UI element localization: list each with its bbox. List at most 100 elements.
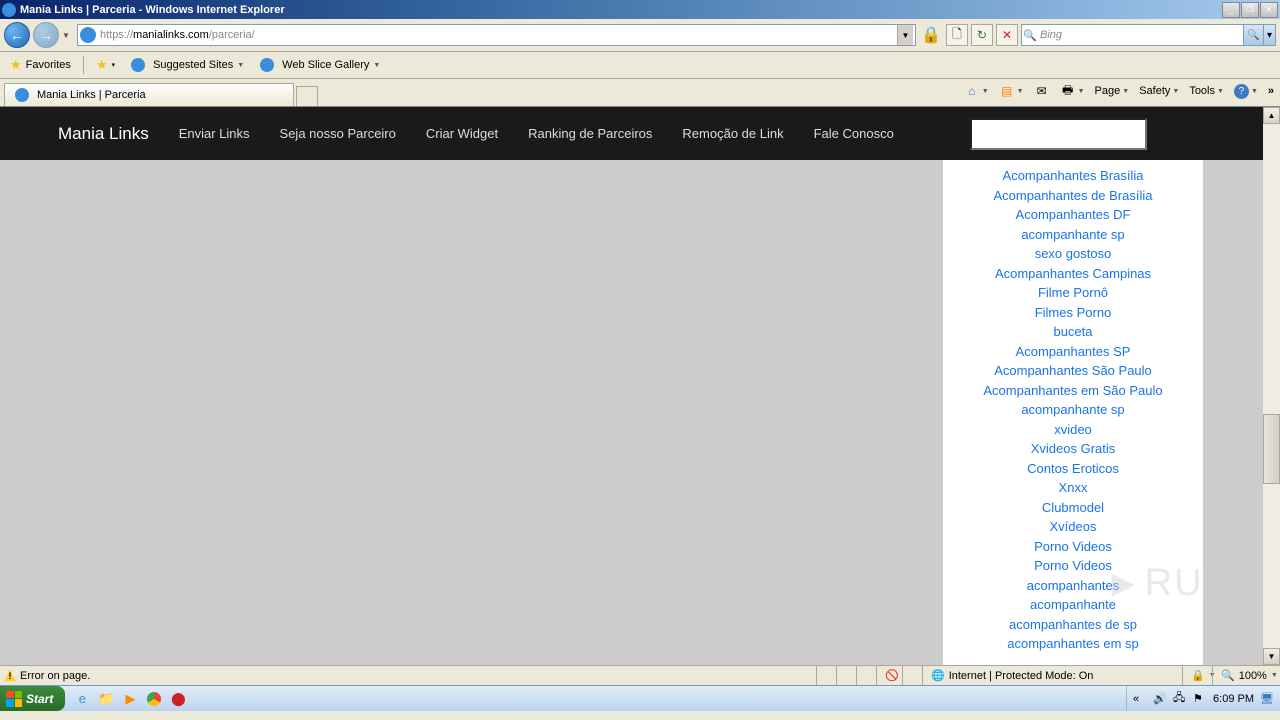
home-button[interactable]: ⌂▼ — [962, 81, 991, 101]
sidebar-link[interactable]: Acompanhantes de Brasília — [943, 186, 1203, 206]
print-button[interactable]: 🖶▼ — [1058, 81, 1087, 101]
lock-icon[interactable]: 🔒 — [922, 26, 940, 44]
status-cell — [836, 666, 856, 685]
stop-button[interactable]: ✕ — [996, 24, 1018, 46]
sidebar-link[interactable]: Porno Videos — [943, 537, 1203, 557]
status-cell — [816, 666, 836, 685]
sidebar-links: Acompanhantes BrasíliaAcompanhantes de B… — [943, 160, 1203, 665]
back-button[interactable]: ← — [4, 22, 30, 48]
sidebar-link[interactable]: acompanhantes em sp — [943, 634, 1203, 654]
volume-icon[interactable]: 🔊 — [1153, 692, 1167, 705]
navigation-bar: ← → ▼ https://manialinks.com/parceria/ ▼… — [0, 19, 1280, 52]
sidebar-link[interactable]: acompanhantes — [943, 576, 1203, 596]
site-menu-item[interactable]: Ranking de Parceiros — [528, 126, 652, 141]
status-bar: ! Error on page. 🚫 🌐 Internet | Protecte… — [0, 665, 1280, 685]
read-mail-button[interactable]: ✉ — [1032, 81, 1052, 101]
sidebar-link[interactable]: acompanhante sp — [943, 400, 1203, 420]
sidebar-link[interactable]: acompanhantes de sp — [943, 615, 1203, 635]
sidebar-link[interactable]: xvideo — [943, 420, 1203, 440]
popup-blocked-icon[interactable]: 🚫 — [876, 666, 902, 685]
scroll-up-button[interactable]: ▲ — [1263, 107, 1280, 124]
minimize-button[interactable]: _ — [1222, 2, 1240, 18]
page-label: Page — [1095, 85, 1121, 97]
sidebar-link[interactable]: Acompanhantes Brasília — [943, 166, 1203, 186]
safety-menu[interactable]: Safety▼ — [1137, 83, 1181, 99]
search-placeholder: Bing — [1038, 29, 1243, 41]
maximize-button[interactable]: ❐ — [1241, 2, 1259, 18]
help-icon: ? — [1234, 84, 1249, 99]
app-task-icon[interactable]: ⬤ — [169, 690, 187, 708]
sidebar-link[interactable]: Acompanhantes em São Paulo — [943, 381, 1203, 401]
search-icon: 🔍 — [1022, 29, 1038, 42]
sidebar-link[interactable]: Contos Eroticos — [943, 459, 1203, 479]
help-button[interactable]: ?▼ — [1232, 82, 1260, 101]
site-menu-item[interactable]: Seja nosso Parceiro — [280, 126, 396, 141]
sidebar-link[interactable]: Clubmodel — [943, 498, 1203, 518]
sidebar-link[interactable]: acompanhante sp — [943, 225, 1203, 245]
sidebar-link[interactable]: Filmes Porno — [943, 303, 1203, 323]
site-menu-item[interactable]: Fale Conosco — [814, 126, 894, 141]
media-task-icon[interactable]: ▶ — [121, 690, 139, 708]
start-button[interactable]: Start — [0, 686, 65, 711]
sidebar-link[interactable]: Xvideos Gratis — [943, 439, 1203, 459]
explorer-task-icon[interactable]: 📁 — [97, 690, 115, 708]
tools-menu[interactable]: Tools▼ — [1187, 83, 1226, 99]
ie-task-icon[interactable]: e — [73, 690, 91, 708]
search-bar[interactable]: 🔍 Bing 🔍 ▾ — [1021, 24, 1276, 46]
status-cell — [856, 666, 876, 685]
site-menu-item[interactable]: Criar Widget — [426, 126, 498, 141]
sidebar-link[interactable]: Xnxx — [943, 478, 1203, 498]
vertical-scrollbar: ▲ ▼ — [1263, 107, 1280, 665]
address-bar[interactable]: https://manialinks.com/parceria/ ▼ — [77, 24, 916, 46]
feeds-button[interactable]: ▤▼ — [997, 81, 1026, 101]
show-desktop-icon[interactable]: 🖥 — [1260, 692, 1274, 705]
refresh-button[interactable]: ↻ — [971, 24, 993, 46]
zoom-control[interactable]: 🔍 100% ▼ — [1212, 666, 1276, 685]
url-dropdown[interactable]: ▼ — [897, 25, 913, 45]
network-icon[interactable]: 🖧 — [1173, 689, 1187, 708]
site-search-input[interactable] — [970, 118, 1147, 150]
close-button[interactable]: ✕ — [1260, 2, 1278, 18]
favorites-button[interactable]: ★ Favorites — [6, 54, 75, 76]
content-wrapper: Mania Links Enviar Links Seja nosso Parce… — [0, 106, 1280, 665]
zone-indicator[interactable]: 🌐 Internet | Protected Mode: On — [922, 666, 1182, 685]
rss-icon: ▤ — [999, 83, 1015, 99]
sidebar-link[interactable]: Filme Pornô — [943, 283, 1203, 303]
scroll-track[interactable] — [1263, 124, 1280, 648]
window-controls: _ ❐ ✕ — [1222, 2, 1278, 18]
web-slice-button[interactable]: Web Slice Gallery ▼ — [256, 55, 384, 75]
nav-history-dropdown[interactable]: ▼ — [62, 31, 74, 40]
scroll-thumb[interactable] — [1263, 414, 1280, 484]
main-area — [0, 160, 943, 665]
chrome-task-icon[interactable] — [145, 690, 163, 708]
sidebar-link[interactable]: acompanhante — [943, 595, 1203, 615]
search-go-button[interactable]: 🔍 — [1243, 25, 1263, 45]
site-menu-item[interactable]: Remoção de Link — [682, 126, 783, 141]
web-slice-label: Web Slice Gallery — [282, 59, 369, 71]
add-favorite-button[interactable]: ★▾ — [92, 54, 119, 76]
tray-expand-icon[interactable]: « — [1133, 693, 1147, 705]
overflow-button[interactable]: » — [1266, 83, 1276, 99]
forward-button[interactable]: → — [33, 22, 59, 48]
flag-icon[interactable]: ⚑ — [1193, 692, 1207, 705]
suggested-sites-button[interactable]: Suggested Sites ▼ — [127, 55, 248, 75]
sidebar-link[interactable]: Acompanhantes DF — [943, 205, 1203, 225]
sidebar-link[interactable]: Porno Videos — [943, 556, 1203, 576]
sidebar-link[interactable]: buceta — [943, 322, 1203, 342]
sidebar-link[interactable]: sexo gostoso — [943, 244, 1203, 264]
sidebar-link[interactable]: Xvídeos — [943, 517, 1203, 537]
clock[interactable]: 6:09 PM — [1213, 693, 1254, 705]
site-brand[interactable]: Mania Links — [58, 124, 149, 144]
scroll-down-button[interactable]: ▼ — [1263, 648, 1280, 665]
sidebar-link[interactable]: Acompanhantes São Paulo — [943, 361, 1203, 381]
compat-view-button[interactable]: 🗋 — [946, 24, 968, 46]
new-tab-button[interactable] — [296, 86, 318, 106]
site-menu-item[interactable]: Enviar Links — [179, 126, 250, 141]
browser-tab[interactable]: Mania Links | Parceria — [4, 83, 294, 106]
search-dropdown[interactable]: ▾ — [1263, 25, 1275, 45]
sidebar-link[interactable]: Acompanhantes SP — [943, 342, 1203, 362]
page-menu[interactable]: Page▼ — [1093, 83, 1132, 99]
protected-mode-icon[interactable]: 🔒▼ — [1182, 666, 1212, 685]
sidebar-link[interactable]: Acompanhantes Campinas — [943, 264, 1203, 284]
windows-logo-icon — [6, 691, 22, 707]
